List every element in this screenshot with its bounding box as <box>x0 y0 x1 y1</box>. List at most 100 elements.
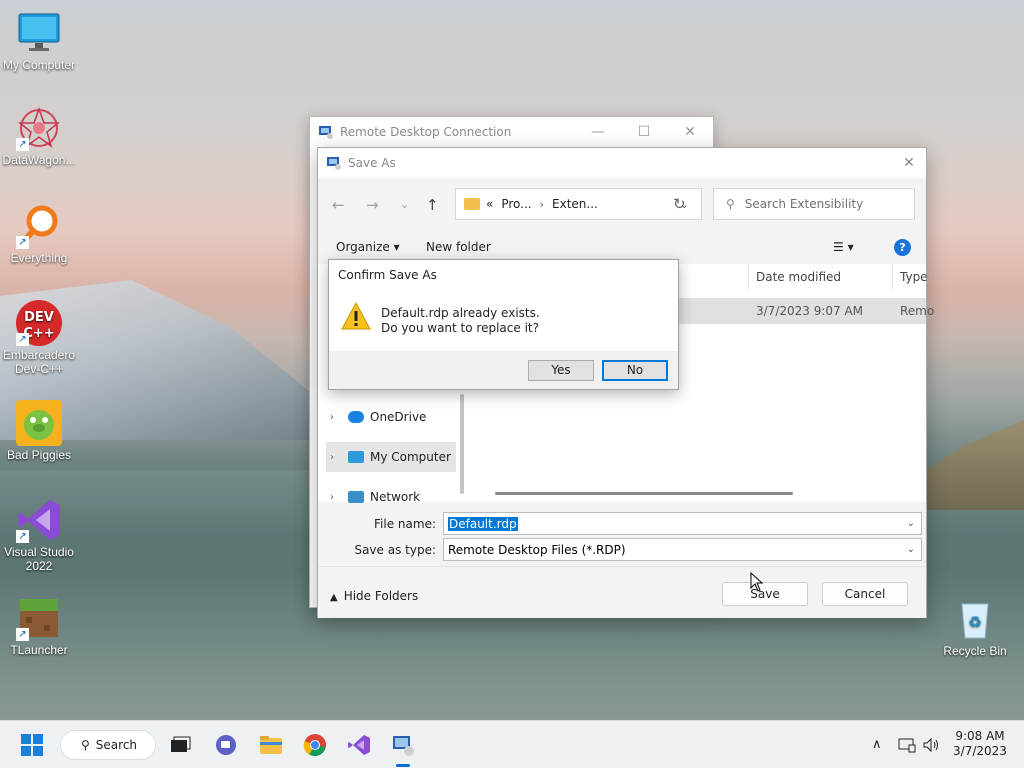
chrome-icon[interactable] <box>303 733 327 757</box>
desktop-icon-everything[interactable]: ↗ Everything <box>0 203 78 265</box>
close-button[interactable]: ✕ <box>667 124 713 140</box>
chevron-down-icon[interactable]: ⌄ <box>907 518 915 529</box>
desktop-icon-datawagon[interactable]: ↗ DataWagon... <box>0 105 78 167</box>
confirm-save-as-dialog: Confirm Save As Default.rdp already exis… <box>328 259 679 390</box>
monitor-icon <box>348 451 364 463</box>
address-bar[interactable]: « Pro... › Exten... ⌄ <box>455 188 702 220</box>
desktop-icon-label: Recycle Bin <box>943 644 1007 658</box>
navigation-bar: ← → ⌄ ↑ « Pro... › Exten... ⌄ ↻ ⚲ Search… <box>318 186 926 222</box>
system-clock[interactable]: 9:08 AM 3/7/2023 <box>944 729 1016 759</box>
confirm-message-line: Do you want to replace it? <box>381 321 539 335</box>
no-button[interactable]: No <box>602 360 668 381</box>
hide-folders-label: Hide Folders <box>343 589 419 603</box>
file-date: 3/7/2023 9:07 AM <box>756 304 864 318</box>
devcpp-icon: DEV C++ ↗ <box>16 300 62 346</box>
breadcrumb-overflow[interactable]: « <box>486 197 493 211</box>
minimize-button[interactable]: — <box>575 124 621 140</box>
recent-locations-chevron-icon[interactable]: ⌄ <box>400 198 409 211</box>
file-name-value: Default.rdp <box>448 516 518 531</box>
svg-text:DEV: DEV <box>24 310 54 325</box>
file-type: Remo <box>900 304 935 318</box>
yes-button[interactable]: Yes <box>528 360 594 381</box>
nav-item-label: OneDrive <box>370 410 427 424</box>
shortcut-arrow-icon: ↗ <box>16 628 29 641</box>
desktop-icon-label: Bad Piggies <box>6 448 72 462</box>
desktop-icon-devcpp[interactable]: DEV C++ ↗ Embarcadero Dev-C++ <box>0 300 78 376</box>
breadcrumb-separator-icon[interactable]: › <box>540 198 544 211</box>
up-arrow-icon[interactable]: ↑ <box>426 196 439 214</box>
view-options-icon[interactable]: ☰ ▾ <box>833 240 854 254</box>
monitor-icon <box>16 10 62 56</box>
visual-studio-icon[interactable] <box>347 733 371 757</box>
cancel-button[interactable]: Cancel <box>822 582 908 606</box>
hide-folders-toggle[interactable]: ▲ Hide Folders <box>330 589 418 603</box>
column-header-type[interactable]: Type <box>900 264 928 290</box>
mouse-cursor-icon <box>750 571 764 596</box>
file-name-label: File name: <box>374 517 436 531</box>
task-view-icon[interactable] <box>168 733 192 757</box>
rdc-titlebar[interactable]: Remote Desktop Connection — ☐ ✕ <box>310 117 713 147</box>
shortcut-arrow-icon: ↗ <box>16 530 29 543</box>
column-divider[interactable] <box>892 264 893 290</box>
recycle-bin-icon: ♻ <box>952 596 998 642</box>
clock-time: 9:08 AM <box>955 729 1005 743</box>
save-type-row: Save as type: Remote Desktop Files (*.RD… <box>318 538 926 562</box>
file-name-input[interactable]: Default.rdp ⌄ <box>443 512 922 535</box>
save-as-titlebar[interactable]: Save As ✕ <box>318 148 926 178</box>
forward-arrow-icon[interactable]: → <box>366 196 379 214</box>
breadcrumb-item[interactable]: Pro... <box>501 197 531 211</box>
help-icon[interactable]: ? <box>894 239 911 256</box>
search-icon: ⚲ <box>726 197 735 211</box>
nav-item-my-computer[interactable]: › My Computer <box>326 442 456 472</box>
breadcrumb-item[interactable]: Exten... <box>552 197 598 211</box>
close-button[interactable]: ✕ <box>892 155 926 171</box>
vertical-scrollbar[interactable] <box>460 394 464 494</box>
desktop-icon-tlauncher[interactable]: ↗ TLauncher <box>0 595 78 657</box>
search-input[interactable]: ⚲ Search Extensibility <box>713 188 915 220</box>
new-folder-button[interactable]: New folder <box>426 240 491 254</box>
desktop-icon-label: DataWagon... <box>2 153 76 167</box>
expand-chevron-icon[interactable]: › <box>330 412 348 423</box>
back-arrow-icon[interactable]: ← <box>332 196 345 214</box>
datawagon-icon: ↗ <box>16 105 62 151</box>
desktop-icon-label: My Computer <box>2 58 76 72</box>
confirm-message: Default.rdp already exists. Do you want … <box>381 306 540 336</box>
file-explorer-icon[interactable] <box>259 733 283 757</box>
desktop-icon-visual-studio[interactable]: ↗ Visual Studio 2022 <box>0 497 78 573</box>
maximize-button[interactable]: ☐ <box>621 124 667 140</box>
column-divider[interactable] <box>748 264 749 290</box>
desktop-icon-label: TLauncher <box>10 643 68 657</box>
desktop-icon-label: Visual Studio 2022 <box>4 545 74 573</box>
taskbar-search-button[interactable]: ⚲ Search <box>60 730 156 760</box>
taskbar: ⚲ Search ∧ 9:08 AM 3/7/2023 <box>0 720 1024 768</box>
expand-chevron-icon[interactable]: › <box>330 492 348 503</box>
chevron-down-icon[interactable]: ⌄ <box>907 544 915 555</box>
organize-menu[interactable]: Organize ▾ <box>336 240 400 254</box>
refresh-icon[interactable]: ↻ <box>673 195 686 213</box>
tray-overflow-chevron-icon[interactable]: ∧ <box>872 737 882 752</box>
nav-item-network[interactable]: › Network <box>326 482 456 512</box>
column-header-date-modified[interactable]: Date modified <box>756 264 841 290</box>
network-icon <box>348 491 364 503</box>
shortcut-arrow-icon: ↗ <box>16 333 29 346</box>
save-type-value: Remote Desktop Files (*.RDP) <box>448 542 626 557</box>
windows-start-icon[interactable] <box>20 733 44 757</box>
desktop-icon-recycle-bin[interactable]: ♻ Recycle Bin <box>936 596 1014 658</box>
expand-chevron-icon[interactable]: › <box>330 452 348 463</box>
folder-icon <box>464 198 480 210</box>
shortcut-arrow-icon: ↗ <box>16 236 29 249</box>
desktop-icon-my-computer[interactable]: My Computer <box>0 10 78 72</box>
volume-icon[interactable] <box>922 737 940 753</box>
network-status-icon[interactable] <box>898 737 916 753</box>
cloud-icon <box>348 411 364 423</box>
remote-desktop-icon[interactable] <box>391 733 415 757</box>
chat-icon[interactable] <box>214 733 238 757</box>
nav-item-onedrive[interactable]: › OneDrive <box>326 402 456 432</box>
save-type-select[interactable]: Remote Desktop Files (*.RDP) ⌄ <box>443 538 922 561</box>
desktop-icon-bad-piggies[interactable]: Bad Piggies <box>0 400 78 462</box>
save-button[interactable]: Save <box>722 582 808 606</box>
nav-item-label: My Computer <box>370 450 451 464</box>
horizontal-scrollbar[interactable] <box>495 492 793 495</box>
confirm-message-line: Default.rdp already exists. <box>381 306 540 320</box>
active-app-indicator <box>396 764 410 767</box>
